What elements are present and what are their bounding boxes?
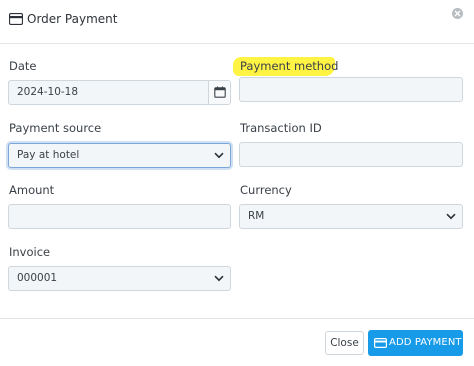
- amount-field[interactable]: [8, 204, 231, 229]
- transaction-id-field[interactable]: [239, 142, 463, 167]
- payment-source-select[interactable]: Pay at hotel: [8, 143, 231, 168]
- transaction-id-label: Transaction ID: [240, 121, 322, 135]
- currency-label: Currency: [240, 183, 292, 197]
- invoice-select[interactable]: 000001: [8, 266, 231, 291]
- modal-title: Order Payment: [27, 12, 118, 26]
- credit-card-icon: [9, 13, 23, 25]
- chevron-down-icon: [214, 152, 224, 159]
- add-payment-button[interactable]: ADD PAYMENT: [368, 330, 463, 356]
- currency-value: RM: [248, 210, 265, 222]
- chevron-down-icon: [214, 275, 224, 282]
- date-value: 2024-10-18: [17, 86, 79, 98]
- payment-method-label: Payment method: [240, 59, 339, 73]
- close-button[interactable]: Close: [325, 331, 364, 355]
- date-field[interactable]: 2024-10-18: [8, 80, 231, 105]
- close-icon[interactable]: [452, 8, 463, 19]
- payment-source-label: Payment source: [9, 121, 102, 135]
- add-payment-label: ADD PAYMENT: [389, 337, 462, 348]
- payment-source-value: Pay at hotel: [17, 149, 80, 161]
- amount-label: Amount: [9, 183, 55, 197]
- invoice-value: 000001: [17, 272, 58, 284]
- invoice-label: Invoice: [9, 245, 51, 259]
- date-picker-button[interactable]: [208, 81, 230, 104]
- chevron-down-icon: [446, 213, 456, 220]
- order-payment-modal: Order Payment Date 2024-10-18 Payment me…: [0, 0, 474, 366]
- date-label: Date: [9, 59, 37, 73]
- credit-card-icon: [374, 338, 387, 348]
- calendar-icon: [214, 86, 226, 98]
- payment-method-field[interactable]: [239, 77, 463, 102]
- modal-header: Order Payment: [0, 0, 474, 44]
- currency-select[interactable]: RM: [239, 204, 463, 229]
